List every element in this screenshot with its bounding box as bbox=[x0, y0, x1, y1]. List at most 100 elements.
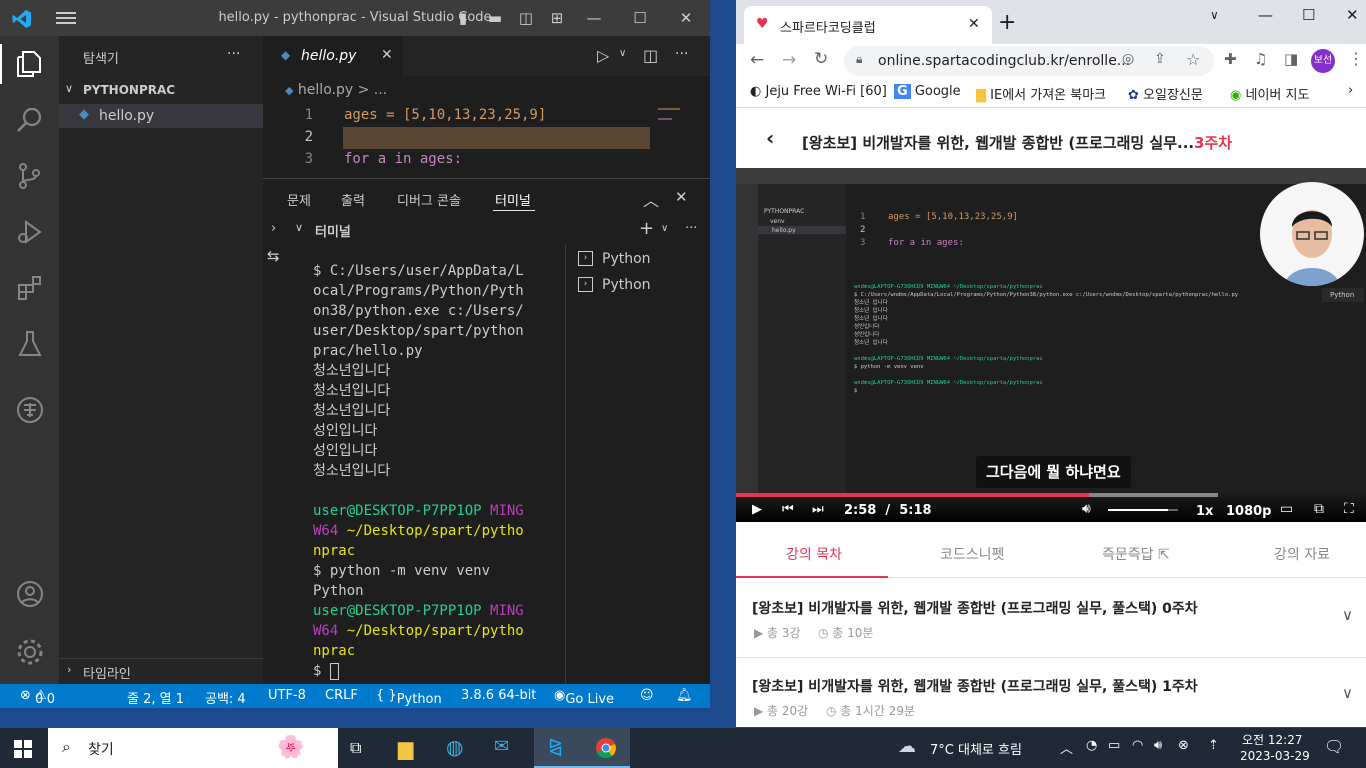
split-editor-icon[interactable]: ◫ bbox=[643, 46, 658, 65]
search-icon[interactable] bbox=[14, 104, 46, 136]
task-view-icon[interactable]: ⧉ bbox=[350, 738, 361, 758]
playback-speed[interactable]: 1x bbox=[1196, 504, 1213, 519]
testing-icon[interactable] bbox=[14, 328, 46, 360]
bookmark-star-icon[interactable]: ☆ bbox=[1186, 50, 1200, 69]
video-player[interactable]: PYTHONPRAC venv hello.py 1 ages = [5,10,1… bbox=[736, 168, 1366, 522]
skip-back-icon[interactable]: ⏮︎ bbox=[782, 502, 794, 517]
tab-search-icon[interactable]: ∨ bbox=[1210, 8, 1219, 22]
code-line[interactable]: 2 bbox=[263, 128, 710, 151]
media-icon[interactable]: ♫ bbox=[1254, 50, 1267, 68]
clock-time[interactable]: 오전 12:27 bbox=[1242, 731, 1302, 748]
editor-more-icon[interactable]: ··· bbox=[675, 46, 688, 62]
terminal-more-icon[interactable]: ··· bbox=[685, 221, 697, 236]
back-arrow-icon[interactable]: ‹ bbox=[766, 126, 774, 150]
tab-output[interactable]: 출력 bbox=[341, 190, 365, 209]
chevron-down-icon[interactable]: ∨ bbox=[1342, 684, 1353, 702]
problems-status[interactable]: ⊗ 0 ⚠ 0 bbox=[20, 688, 55, 707]
folder-row[interactable]: ∨ PYTHONPRAC bbox=[59, 80, 263, 102]
cursor-position[interactable]: 줄 2, 열 1 bbox=[127, 688, 184, 707]
encoding[interactable]: UTF-8 bbox=[268, 688, 306, 703]
bookmark-item[interactable]: ◐ Jeju Free Wi-Fi [60] bbox=[750, 84, 887, 99]
code-line[interactable]: 1 ages = [5,10,13,23,25,9] bbox=[263, 106, 710, 129]
bookmark-item[interactable]: G Google bbox=[894, 84, 961, 99]
back-icon[interactable]: ← bbox=[750, 50, 764, 70]
volume-icon[interactable]: 🔊︎ bbox=[1154, 738, 1162, 753]
notifications-bell-icon[interactable]: 🔔︎ bbox=[676, 688, 693, 703]
close-window-icon[interactable]: ✕ bbox=[677, 9, 695, 27]
weather-text[interactable]: 7°C 대체로 흐림 bbox=[930, 739, 1022, 758]
accounts-icon[interactable] bbox=[14, 578, 46, 610]
bookmark-item[interactable]: ◉ 네이버 지도 bbox=[1230, 84, 1309, 103]
video-quality[interactable]: 1080p bbox=[1226, 504, 1272, 519]
tab-materials[interactable]: 강의 자료 bbox=[1274, 544, 1330, 564]
indentation[interactable]: 공백: 4 bbox=[205, 688, 246, 707]
tray-status-icon[interactable]: ⊗ bbox=[1178, 738, 1189, 753]
new-terminal-icon[interactable]: + bbox=[639, 218, 654, 239]
timeline-section[interactable]: › 타임라인 bbox=[59, 658, 263, 684]
customize-layout-icon[interactable]: ⊞ bbox=[548, 9, 566, 27]
tab-problems[interactable]: 문제 bbox=[287, 190, 311, 209]
side-panel-icon[interactable]: ◨ bbox=[1284, 50, 1298, 68]
fullscreen-icon[interactable]: ⛶ bbox=[1344, 501, 1354, 517]
volume-track[interactable] bbox=[1108, 509, 1178, 511]
toggle-secondary-icon[interactable]: ◫ bbox=[517, 9, 535, 27]
taskbar-chrome[interactable] bbox=[582, 728, 630, 768]
file-explorer-icon[interactable]: ▆ bbox=[398, 736, 413, 760]
week-item[interactable]: [왕초보] 비개발자를 위한, 웹개발 종합반 (프로그래밍 실무, 풀스택) … bbox=[736, 580, 1366, 658]
tab-debug-console[interactable]: 디버그 콘솔 bbox=[397, 190, 461, 209]
toggle-panel-icon[interactable]: ▬ bbox=[486, 9, 504, 27]
tab-qna[interactable]: 즉문즉답 ⇱ bbox=[1102, 544, 1170, 564]
sidebar-more-icon[interactable]: ··· bbox=[227, 46, 240, 62]
run-icon[interactable]: ▷ bbox=[597, 46, 609, 65]
terminal-output[interactable]: $ C:/Users/user/AppData/L ocal/Programs/P… bbox=[313, 261, 563, 681]
bookmark-item[interactable]: ✿ 오일장신문 bbox=[1128, 84, 1203, 103]
bookmark-item[interactable]: ▇ IE에서 가져온 북마크 bbox=[976, 84, 1106, 103]
network-icon[interactable]: ◠ bbox=[1132, 738, 1143, 753]
taskbar-search-box[interactable]: ⌕ 찾기 🌸 bbox=[48, 728, 338, 768]
close-window-icon[interactable]: ✕ bbox=[1346, 6, 1359, 24]
tab-code-snippet[interactable]: 코드스니펫 bbox=[940, 544, 1004, 564]
terminal-split-icon[interactable]: ⇆ bbox=[267, 247, 280, 265]
skip-forward-icon[interactable]: ⏭︎ bbox=[812, 502, 824, 517]
tab-terminal[interactable]: 터미널 bbox=[495, 190, 531, 209]
minimize-icon[interactable]: — bbox=[1258, 6, 1273, 24]
feedback-icon[interactable]: ☺ bbox=[640, 688, 654, 703]
address-bar[interactable]: 🔒︎ online.spartacodingclub.kr/enrolle...… bbox=[844, 46, 1214, 76]
extensions-icon[interactable] bbox=[14, 272, 46, 304]
explorer-icon[interactable] bbox=[14, 48, 46, 80]
forward-icon[interactable]: → bbox=[782, 50, 796, 70]
tab-hello[interactable]: ◆ hello.py ✕ bbox=[263, 36, 403, 76]
week-item[interactable]: [왕초보] 비개발자를 위한, 웹개발 종합반 (프로그래밍 실무, 풀스택) … bbox=[736, 658, 1366, 727]
maximize-icon[interactable]: ☐ bbox=[1302, 6, 1315, 24]
new-tab-icon[interactable]: + bbox=[998, 12, 1016, 34]
video-progress-bar[interactable] bbox=[736, 493, 1089, 497]
chrome-menu-icon[interactable]: ⋮ bbox=[1348, 49, 1364, 68]
maximize-panel-icon[interactable]: ︿ bbox=[643, 187, 659, 211]
share-icon[interactable]: ⇪ bbox=[1154, 51, 1166, 67]
python-interpreter[interactable]: 3.8.6 64-bit bbox=[461, 688, 536, 703]
breadcrumb[interactable]: ◆ hello.py > ... bbox=[285, 82, 387, 98]
minimap[interactable] bbox=[658, 106, 690, 130]
captions-icon[interactable]: ▭ bbox=[1280, 501, 1293, 517]
line-ending[interactable]: CRLF bbox=[325, 688, 358, 703]
pip-icon[interactable]: ⧉ bbox=[1314, 501, 1324, 517]
terminal-dropdown-icon[interactable]: ∨ bbox=[661, 223, 668, 234]
source-control-icon[interactable] bbox=[14, 160, 46, 192]
taskbar-vscode[interactable]: ⧎ bbox=[534, 728, 582, 768]
language-mode[interactable]: { } Python bbox=[376, 688, 442, 707]
mail-icon[interactable]: ✉ bbox=[494, 736, 509, 757]
windows-start-icon[interactable] bbox=[14, 740, 32, 758]
profile-avatar[interactable]: 보선 bbox=[1311, 49, 1335, 73]
more-bookmarks-icon[interactable]: › bbox=[1348, 83, 1353, 98]
reload-icon[interactable]: ↻ bbox=[814, 49, 828, 69]
browser-tab[interactable]: ♥ 스파르타코딩클럽 ✕ bbox=[744, 6, 992, 44]
notification-center-icon[interactable]: 🗨︎ bbox=[1324, 737, 1344, 756]
close-panel-icon[interactable]: ✕ bbox=[675, 188, 688, 206]
maximize-icon[interactable]: ☐ bbox=[631, 9, 649, 27]
tab-close-icon[interactable]: ✕ bbox=[968, 16, 980, 32]
play-icon[interactable]: ▶ bbox=[752, 502, 762, 517]
terminal-list-item[interactable]: › Python bbox=[578, 249, 708, 271]
go-live[interactable]: ◉ Go Live bbox=[554, 688, 614, 707]
tab-close-icon[interactable]: ✕ bbox=[381, 47, 393, 63]
chevron-right-icon[interactable]: › bbox=[271, 221, 276, 236]
